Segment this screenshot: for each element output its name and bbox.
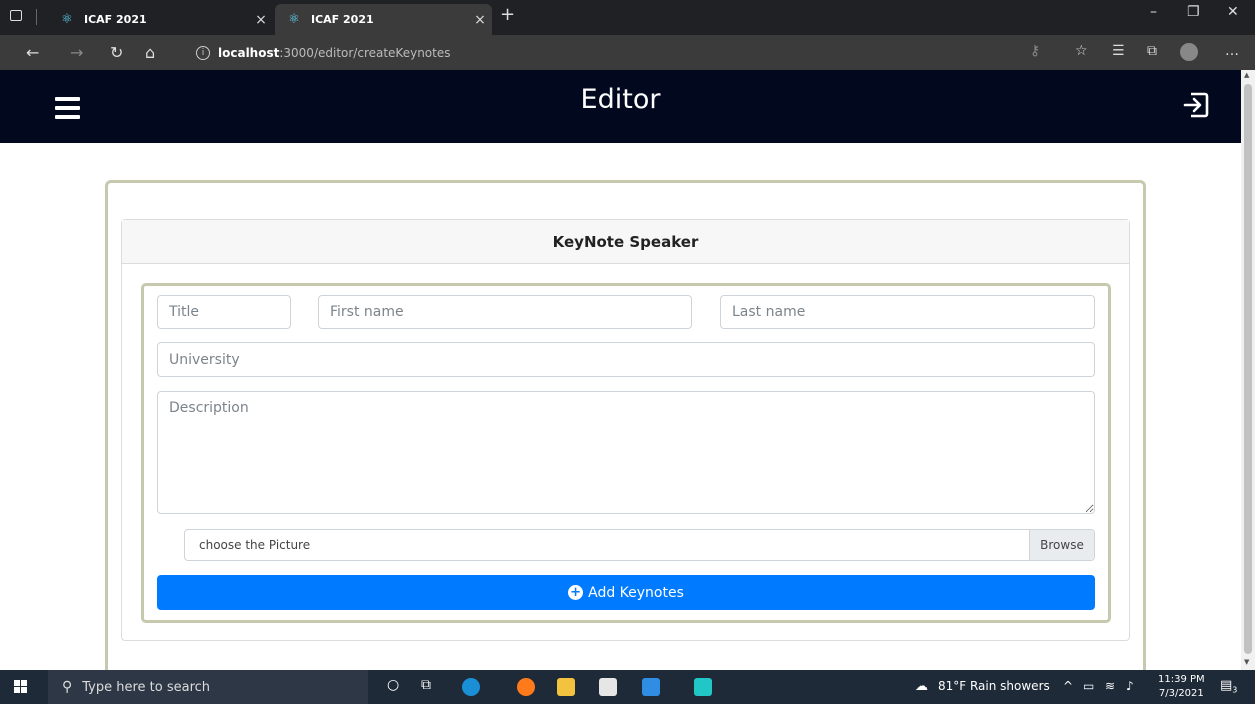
- logout-icon[interactable]: [1182, 91, 1210, 119]
- collections-icon[interactable]: ⧉: [1147, 43, 1157, 59]
- home-icon[interactable]: ⌂: [145, 43, 155, 62]
- scroll-down-icon[interactable]: ▼: [1244, 658, 1249, 666]
- tab-actions-icon[interactable]: [10, 10, 22, 21]
- address-bar-row: ← → ↻ ⌂ i localhost :3000/editor/createK…: [0, 35, 1255, 70]
- file-input-label: choose the Picture: [199, 538, 311, 552]
- page-title: Editor: [580, 84, 661, 115]
- refresh-icon[interactable]: ↻: [110, 43, 123, 62]
- browser-tab-bar: ⚛ ICAF 2021 × ⚛ ICAF 2021 × + – ❐ ✕: [0, 0, 1255, 35]
- search-icon: ⚲: [62, 679, 73, 695]
- search-placeholder: Type here to search: [82, 679, 211, 695]
- picture-file-input[interactable]: choose the Picture Browse: [184, 529, 1095, 561]
- close-tab-icon[interactable]: ×: [249, 12, 273, 28]
- favorites-icon[interactable]: ☰: [1112, 43, 1125, 59]
- app-header: Editor: [0, 70, 1241, 143]
- mail-icon[interactable]: [642, 678, 660, 696]
- minimize-icon[interactable]: –: [1150, 4, 1157, 20]
- edge-icon[interactable]: [462, 678, 480, 696]
- tab-separator: [36, 9, 37, 25]
- new-tab-icon[interactable]: +: [500, 4, 515, 25]
- weather-icon[interactable]: ☁: [915, 679, 928, 694]
- store-icon[interactable]: [599, 678, 617, 696]
- task-view-icon[interactable]: ⧉: [421, 677, 431, 693]
- windows-start-icon[interactable]: [14, 680, 28, 694]
- plus-circle-icon: +: [568, 585, 584, 600]
- profile-avatar[interactable]: [1180, 43, 1198, 61]
- last-name-input[interactable]: [720, 295, 1095, 329]
- firefox-icon[interactable]: [517, 678, 535, 696]
- title-input[interactable]: [157, 295, 291, 329]
- tab-label: ICAF 2021: [311, 13, 374, 26]
- forward-icon[interactable]: →: [70, 43, 83, 62]
- favorite-add-icon[interactable]: ☆: [1075, 43, 1088, 59]
- clock[interactable]: 11:39 PM 7/3/2021: [1158, 673, 1205, 701]
- close-tab-icon[interactable]: ×: [468, 12, 492, 28]
- weather-text[interactable]: 81°F Rain showers: [938, 679, 1050, 693]
- tray-expand-icon[interactable]: ^: [1063, 679, 1073, 693]
- react-favicon-icon: ⚛: [61, 11, 73, 27]
- clock-date: 7/3/2021: [1158, 688, 1204, 699]
- url-field[interactable]: i localhost :3000/editor/createKeynotes: [180, 40, 1060, 65]
- url-host: localhost: [218, 45, 280, 60]
- windows-taskbar: ⚲ Type here to search ○ ⧉ ☁ 81°F Rain sh…: [0, 670, 1255, 704]
- scrollbar-thumb[interactable]: [1244, 84, 1252, 654]
- add-keynotes-button[interactable]: + Add Keynotes: [157, 575, 1095, 610]
- scroll-up-icon[interactable]: ▲: [1244, 71, 1249, 79]
- notification-count: 3: [1232, 685, 1238, 695]
- browse-button[interactable]: Browse: [1029, 530, 1094, 560]
- first-name-input[interactable]: [318, 295, 692, 329]
- info-icon[interactable]: i: [196, 45, 210, 60]
- add-keynotes-label: Add Keynotes: [588, 584, 684, 601]
- notifications-icon[interactable]: ▤3: [1220, 678, 1238, 695]
- back-icon[interactable]: ←: [26, 43, 39, 62]
- cortana-icon[interactable]: ○: [387, 677, 399, 693]
- key-icon[interactable]: ⚷: [1030, 43, 1040, 59]
- university-input[interactable]: [157, 342, 1095, 377]
- webstorm-icon[interactable]: [694, 678, 712, 696]
- more-icon[interactable]: …: [1225, 43, 1239, 59]
- card-title: KeyNote Speaker: [122, 220, 1129, 264]
- clock-time: 11:39 PM: [1158, 674, 1205, 685]
- network-icon[interactable]: ≋: [1105, 679, 1115, 693]
- tab-label: ICAF 2021: [84, 13, 147, 26]
- url-path: :3000/editor/createKeynotes: [279, 45, 451, 60]
- page-scrollbar[interactable]: ▲ ▼: [1241, 70, 1255, 670]
- browser-tab-2[interactable]: ⚛ ICAF 2021 ×: [275, 4, 492, 35]
- taskbar-search[interactable]: ⚲ Type here to search: [48, 670, 368, 704]
- file-explorer-icon[interactable]: [557, 678, 575, 696]
- close-window-icon[interactable]: ✕: [1227, 4, 1239, 20]
- browser-tab-1[interactable]: ⚛ ICAF 2021 ×: [48, 4, 273, 35]
- restore-icon[interactable]: ❐: [1187, 4, 1200, 20]
- battery-icon[interactable]: ▭: [1083, 679, 1094, 693]
- react-favicon-icon: ⚛: [288, 11, 300, 27]
- description-textarea[interactable]: [157, 391, 1095, 514]
- volume-icon[interactable]: ♪: [1126, 679, 1134, 693]
